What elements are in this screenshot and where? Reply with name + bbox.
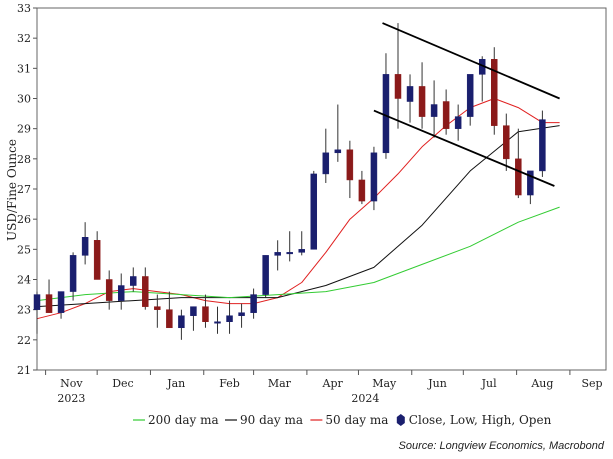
y-tick-label: 31 — [17, 62, 31, 75]
y-tick-label: 27 — [17, 183, 31, 196]
y-tick-label: 25 — [17, 243, 31, 256]
candle-body — [142, 276, 149, 307]
candle-body — [298, 249, 305, 253]
candle-body — [154, 306, 161, 310]
x-tick-label: Dec — [112, 377, 134, 390]
y-tick-label: 24 — [17, 274, 31, 287]
x-year-label: 2024 — [351, 392, 379, 405]
candle-body — [334, 149, 342, 154]
chart-background — [0, 0, 613, 459]
candle — [262, 255, 269, 298]
candle — [539, 110, 546, 177]
x-tick-label: Feb — [219, 377, 240, 390]
candle-body — [322, 152, 330, 175]
y-axis-title: USD/Fine Ounce — [5, 139, 19, 241]
x-tick-label: Aug — [530, 377, 553, 390]
y-tick-label: 33 — [17, 2, 31, 15]
candle-body — [286, 252, 293, 255]
candle-body — [178, 315, 185, 329]
y-tick-label: 26 — [17, 213, 31, 226]
x-tick-label: May — [372, 377, 397, 390]
y-tick-label: 28 — [17, 153, 31, 166]
candle-body — [93, 240, 101, 280]
candle-body — [442, 101, 450, 129]
candle-body — [226, 315, 233, 322]
legend-label: Close, Low, High, Open — [409, 413, 552, 427]
candle-body — [202, 306, 209, 322]
candle-body — [166, 309, 173, 329]
candle — [491, 47, 498, 135]
candle-body — [430, 104, 438, 117]
silver-price-chart: 21 22 23 24 25 26 27 28 29 30 31 32 33 Nov Dec Jan Feb M… — [0, 0, 613, 459]
candle-body — [130, 276, 137, 286]
x-tick-label: Mar — [268, 377, 292, 390]
x-tick-label: Jun — [427, 377, 447, 390]
legend-entry: Close, Low, High, Open — [396, 413, 552, 427]
y-tick-label: 21 — [17, 364, 31, 377]
candle-body — [117, 285, 125, 301]
y-tick-label: 22 — [17, 334, 31, 347]
candle-body — [466, 74, 474, 117]
candle-body — [539, 119, 546, 172]
candle-body — [454, 116, 462, 129]
candle-body — [358, 179, 366, 202]
candle-body — [250, 294, 257, 313]
candle-body — [310, 173, 318, 250]
x-tick-label: Jul — [481, 377, 497, 390]
candle-body — [394, 74, 402, 99]
candle-body — [382, 74, 390, 154]
candle-body — [190, 306, 197, 316]
candle-body — [503, 125, 510, 160]
candle-body — [370, 152, 378, 202]
x-tick-label: Jan — [166, 377, 185, 390]
x-tick-label: Nov — [60, 377, 83, 390]
candle-body — [33, 294, 41, 310]
candle-body — [262, 255, 269, 295]
candle-body — [406, 86, 414, 102]
y-tick-label: 23 — [17, 304, 31, 317]
candle — [370, 146, 378, 211]
y-tick-label: 32 — [17, 32, 31, 45]
legend: 200 day ma 90 day ma 50 day ma Close, Low, … — [133, 413, 552, 427]
candle-body — [274, 252, 281, 256]
candle — [310, 170, 318, 250]
candle-body — [69, 255, 77, 292]
candle-body — [515, 158, 522, 196]
legend-label: 50 day ma — [325, 413, 388, 427]
candle-body — [418, 86, 426, 117]
candle-body — [346, 149, 354, 181]
x-tick-label: Sep — [581, 377, 602, 390]
legend-label: 90 day ma — [240, 413, 303, 427]
legend-label: 200 day ma — [148, 413, 219, 427]
candle-body — [81, 237, 89, 256]
candle-body — [105, 279, 113, 301]
candle-body — [45, 294, 53, 313]
candle-body — [214, 321, 221, 324]
candle-body — [238, 312, 245, 316]
source-note: Source: Longview Economics, Macrobond — [399, 440, 605, 452]
y-tick-label: 29 — [17, 123, 31, 136]
y-tick-label: 30 — [17, 93, 31, 106]
candle-body — [57, 291, 65, 313]
x-year-label: 2023 — [57, 392, 85, 405]
x-tick-label: Apr — [322, 377, 344, 390]
